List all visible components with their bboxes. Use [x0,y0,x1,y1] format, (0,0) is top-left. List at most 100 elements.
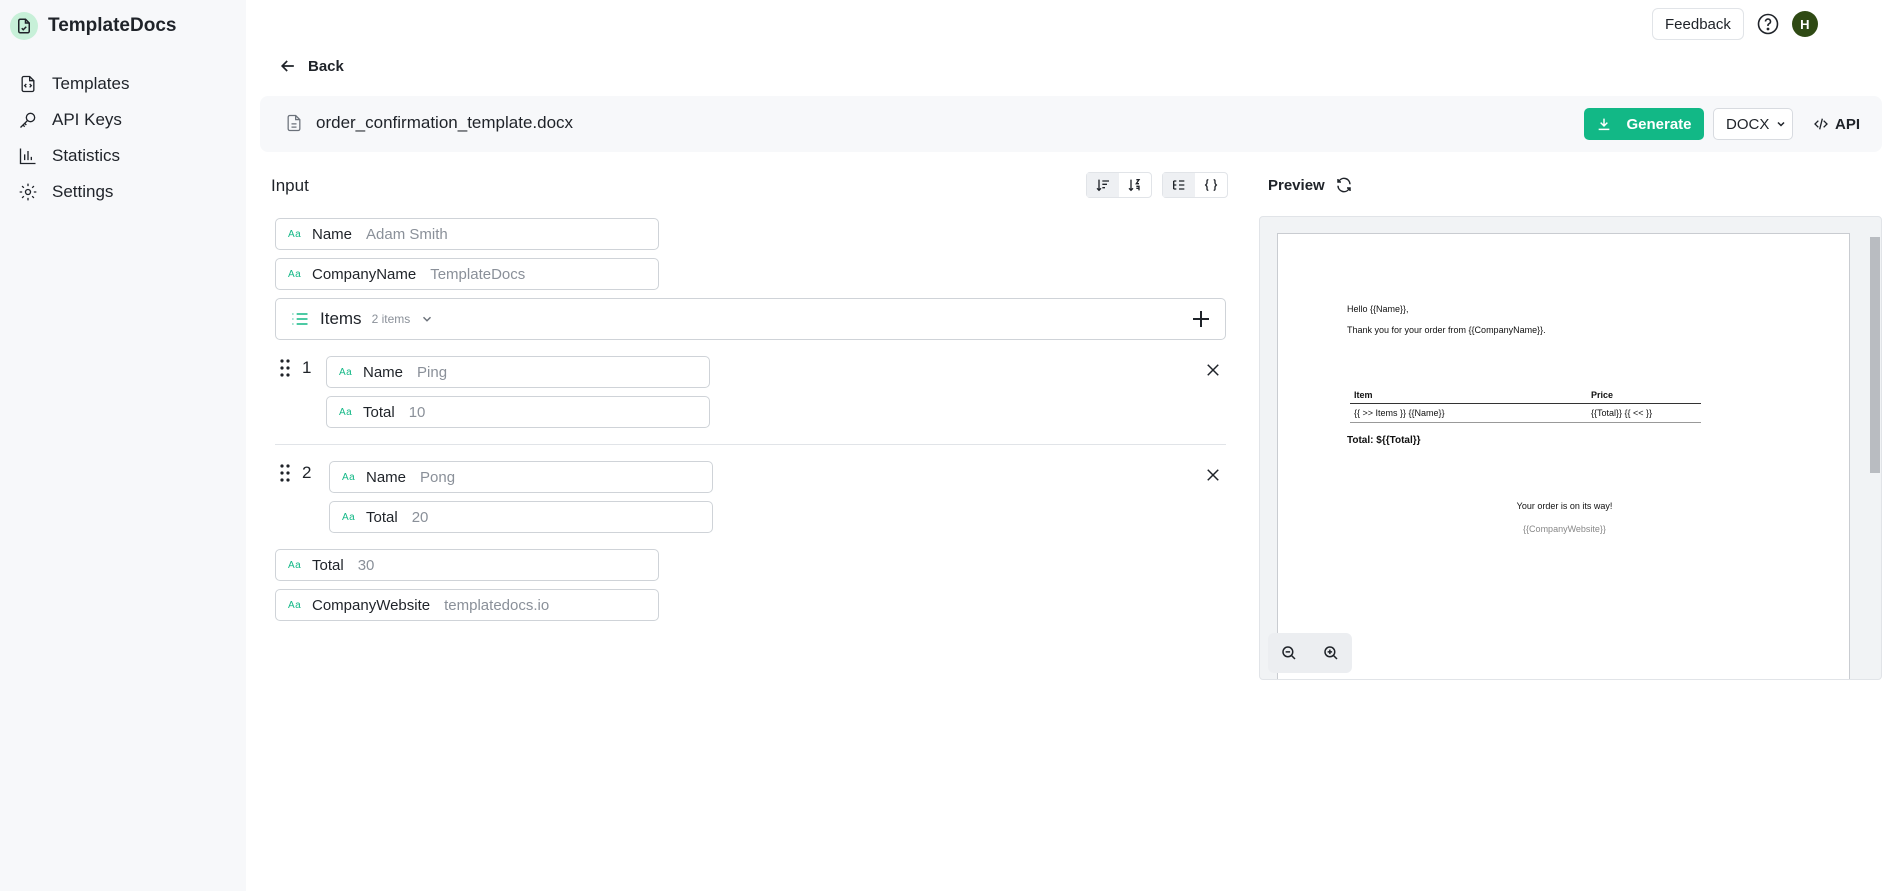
remove-item-icon[interactable] [1204,466,1222,484]
preview-title: Preview [1268,176,1353,194]
drag-handle-icon[interactable] [280,359,290,377]
sort-numeric-icon [1128,179,1141,192]
sidebar: TemplateDocs Templates API Keys Statisti… [0,0,246,891]
list-tree-icon [1173,180,1185,190]
brand-logo-icon [10,12,38,40]
api-label: API [1835,115,1861,133]
generate-label: Generate [1626,115,1692,133]
text-type-icon: Aa [288,559,302,571]
text-type-icon: Aa [342,511,356,523]
total-field[interactable]: Aa Total 30 [275,549,659,581]
feedback-button[interactable]: Feedback [1652,8,1744,40]
json-view-button[interactable] [1195,173,1227,197]
field-value: 30 [357,556,375,574]
preview-pane[interactable]: Hello {{Name}}, Thank you for your order… [1259,216,1882,680]
field-value: 10 [408,403,426,421]
back-button[interactable]: Back [278,56,344,76]
file-name: order_confirmation_template.docx [316,113,574,132]
list-icon [292,313,308,325]
doc-row-price: {{Total}} {{ << }} [1587,403,1701,423]
item-total-field[interactable]: Aa Total 20 [329,501,713,533]
text-type-icon: Aa [288,228,302,240]
sort-order-button[interactable] [1087,173,1119,197]
remove-item-icon[interactable] [1204,361,1222,379]
chevron-down-icon[interactable] [420,312,434,326]
sidebar-item-label: Statistics [52,146,121,165]
field-label: Total [363,403,395,421]
braces-icon [1204,179,1218,191]
item-name-field[interactable]: Aa Name Pong [329,461,713,493]
items-label-group: Items 2 items [290,309,434,329]
field-label: CompanyWebsite [312,596,431,614]
format-value: DOCX [1726,115,1770,133]
doc-items-table: Item Price {{ >> Items }} {{Name}} {{Tot… [1350,387,1701,423]
field-value: TemplateDocs [430,265,526,283]
bar-chart-icon [19,148,36,165]
sort-lines-icon [1096,179,1109,192]
doc-row-item: {{ >> Items }} {{Name}} [1350,403,1587,423]
name-field[interactable]: Aa Name Adam Smith [275,218,659,250]
file-header: order_confirmation_template.docx Generat… [260,96,1882,152]
field-label: Name [312,225,353,243]
sort-alpha-button[interactable] [1119,173,1151,197]
preview-scrollbar[interactable] [1869,233,1880,673]
sidebar-item-label: API Keys [52,110,122,129]
api-button[interactable]: API [1813,108,1860,140]
form-view-button[interactable] [1163,173,1195,197]
generate-button[interactable]: Generate [1584,108,1704,140]
field-label: Total [366,508,398,526]
doc-greeting: Hello {{Name}}, [1347,304,1409,314]
refresh-icon[interactable] [1335,176,1353,194]
avatar[interactable]: H [1791,11,1818,37]
download-icon [1599,118,1610,131]
sidebar-item-api-keys[interactable]: API Keys [18,102,129,138]
drag-handle-icon[interactable] [280,464,290,482]
help-icon[interactable] [1756,12,1780,36]
brand[interactable]: TemplateDocs [10,12,176,40]
zoom-out-icon[interactable] [1280,644,1298,662]
field-label: Name [366,468,407,486]
item-row-index: 1 [280,358,311,378]
sidebar-item-settings[interactable]: Settings [18,174,129,210]
items-count: 2 items [371,312,411,326]
items-list-header[interactable]: Items 2 items [275,298,1226,340]
zoom-in-icon[interactable] [1322,644,1340,662]
item-total-field[interactable]: Aa Total 10 [326,396,710,428]
input-title: Input [271,176,309,195]
scrollbar-thumb[interactable] [1870,237,1880,473]
row-number: 2 [302,463,312,482]
file-code-icon [21,75,35,93]
sidebar-item-statistics[interactable]: Statistics [18,138,129,174]
company-website-field[interactable]: Aa CompanyWebsite templatedocs.io [275,589,659,621]
field-value: Ping [417,363,448,381]
item-name-field[interactable]: Aa Name Ping [326,356,710,388]
chevron-down-icon [1777,121,1785,127]
field-value: templatedocs.io [444,596,550,614]
top-actions: Feedback H [1652,8,1818,40]
items-label: Items [320,309,362,328]
arrow-left-icon [280,60,294,72]
doc-on-way: Your order is on its way! [1516,501,1613,511]
key-icon [20,112,36,128]
sidebar-item-templates[interactable]: Templates [18,66,129,102]
text-type-icon: Aa [288,599,302,611]
brand-name: TemplateDocs [48,15,177,36]
field-value: 20 [411,508,429,526]
item-row-index: 2 [280,463,311,483]
preview-label: Preview [1268,176,1325,194]
sidebar-item-label: Settings [52,182,114,201]
text-type-icon: Aa [339,366,353,378]
sidebar-item-label: Templates [52,74,130,93]
row-divider [275,444,1226,445]
format-select[interactable]: DOCX [1713,108,1793,140]
sort-toolgroup [1086,172,1152,198]
company-name-field[interactable]: Aa CompanyName TemplateDocs [275,258,659,290]
zoom-controls [1268,633,1352,673]
file-info: order_confirmation_template.docx [284,112,573,134]
text-type-icon: Aa [339,406,353,418]
doc-col-price: Price [1587,387,1701,404]
add-item-icon[interactable] [1189,307,1213,331]
doc-col-item: Item [1350,387,1587,404]
field-label: Total [312,556,344,574]
field-label: CompanyName [312,265,417,283]
